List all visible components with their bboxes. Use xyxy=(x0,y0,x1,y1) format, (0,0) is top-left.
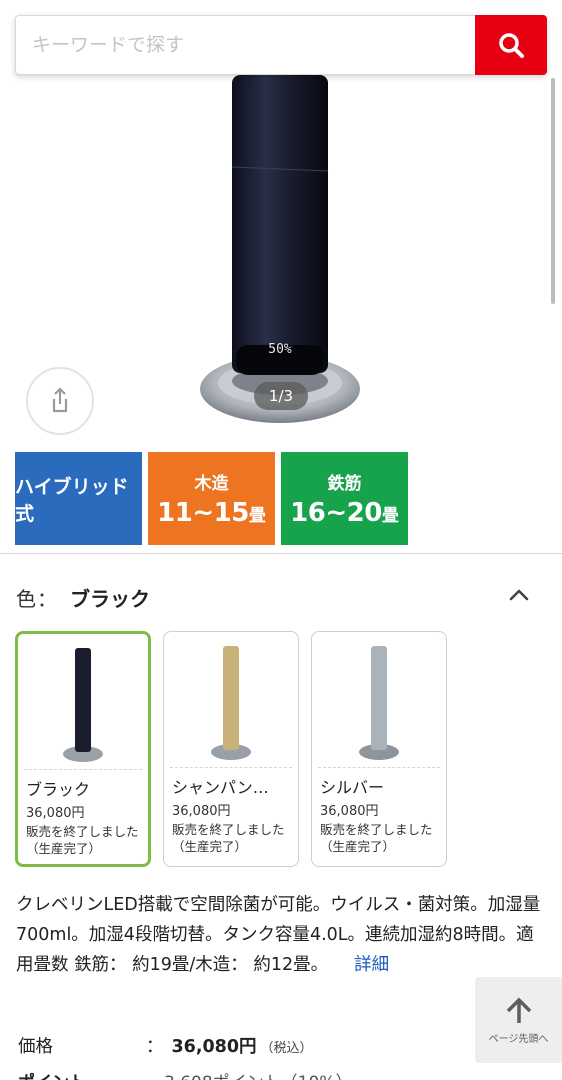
variant-card-black[interactable]: ブラック 36,080円 販売を終了しました（生産完了） xyxy=(15,631,151,867)
back-to-top-label: ページ先頭へ xyxy=(488,1033,549,1045)
badge-concrete-label: 鉄筋 xyxy=(327,474,362,494)
price-row: 価格 ： 36,080円 （税込） xyxy=(18,1033,313,1058)
variant-thumbnail xyxy=(170,632,292,768)
badge-hybrid-text: ハイブリッド式 xyxy=(15,475,129,525)
badge-concrete-unit: 畳 xyxy=(381,506,399,526)
product-description: クレベリンLED搭載で空間除菌が可能。ウイルス・菌対策。加湿量700ml。加湿4… xyxy=(16,890,546,980)
search-button[interactable] xyxy=(475,15,547,75)
variant-card-champagne[interactable]: シャンパン… 36,080円 販売を終了しました（生産完了） xyxy=(163,631,299,867)
share-button[interactable] xyxy=(26,367,94,435)
page-scrollbar[interactable] xyxy=(551,78,555,304)
variant-thumbnail xyxy=(318,632,440,768)
points-label: ポイント xyxy=(18,1068,164,1080)
description-text: クレベリンLED搭載で空間除菌が可能。ウイルス・菌対策。加湿量700ml。加湿4… xyxy=(16,895,541,975)
badge-wooden-label: 木造 xyxy=(194,474,229,494)
arrow-up-icon xyxy=(506,997,531,1023)
variant-name: シャンパン… xyxy=(172,778,269,797)
feature-badges: ハイブリッド式 木造 11~15畳 鉄筋 16~20畳 xyxy=(15,452,408,545)
price-colon: ： xyxy=(146,1037,164,1057)
variant-status: 販売を終了しました（生産完了） xyxy=(320,822,433,854)
chevron-up-icon[interactable] xyxy=(508,587,530,603)
back-to-top-button[interactable]: ページ先頭へ xyxy=(475,977,562,1063)
search-bar xyxy=(15,15,547,75)
share-icon xyxy=(52,387,68,413)
price-label: 価格 xyxy=(18,1037,53,1057)
image-page-indicator: 1/3 xyxy=(254,382,308,410)
badge-wooden-unit: 畳 xyxy=(248,506,266,526)
color-variants: ブラック 36,080円 販売を終了しました（生産完了） シャンパン… 36,0… xyxy=(15,631,447,867)
badge-wooden-room: 木造 11~15畳 xyxy=(148,452,275,545)
points-row: ポイント 3,608ポイント（10%） xyxy=(18,1068,352,1080)
color-label: 色： xyxy=(16,587,58,611)
variant-price: 36,080円 xyxy=(172,804,231,819)
variant-name: ブラック xyxy=(26,780,91,799)
variant-card-silver[interactable]: シルバー 36,080円 販売を終了しました（生産完了） xyxy=(311,631,447,867)
variant-name: シルバー xyxy=(320,778,385,797)
points-value: 3,608ポイント（10%） xyxy=(164,1068,352,1080)
price-tax-note: （税込） xyxy=(260,1041,313,1056)
color-selector-header[interactable]: 色： ブラック xyxy=(16,583,150,612)
badge-hybrid: ハイブリッド式 xyxy=(15,452,142,545)
badge-concrete-room: 鉄筋 16~20畳 xyxy=(281,452,408,545)
badge-wooden-range: 11~15 xyxy=(157,498,249,528)
detail-link[interactable]: 詳細 xyxy=(354,955,389,975)
variant-status: 販売を終了しました（生産完了） xyxy=(26,824,139,856)
variant-thumbnail xyxy=(24,634,142,770)
variant-price: 36,080円 xyxy=(320,804,379,819)
selected-color-value: ブラック xyxy=(70,587,150,611)
variant-status: 販売を終了しました（生産完了） xyxy=(172,822,285,854)
search-input[interactable] xyxy=(15,15,475,75)
variant-price: 36,080円 xyxy=(26,806,85,821)
search-icon xyxy=(499,33,524,58)
humidity-display: 50% xyxy=(268,342,292,357)
price-value: 36,080円 xyxy=(171,1037,257,1057)
section-divider xyxy=(0,553,562,554)
badge-concrete-range: 16~20 xyxy=(290,498,382,528)
